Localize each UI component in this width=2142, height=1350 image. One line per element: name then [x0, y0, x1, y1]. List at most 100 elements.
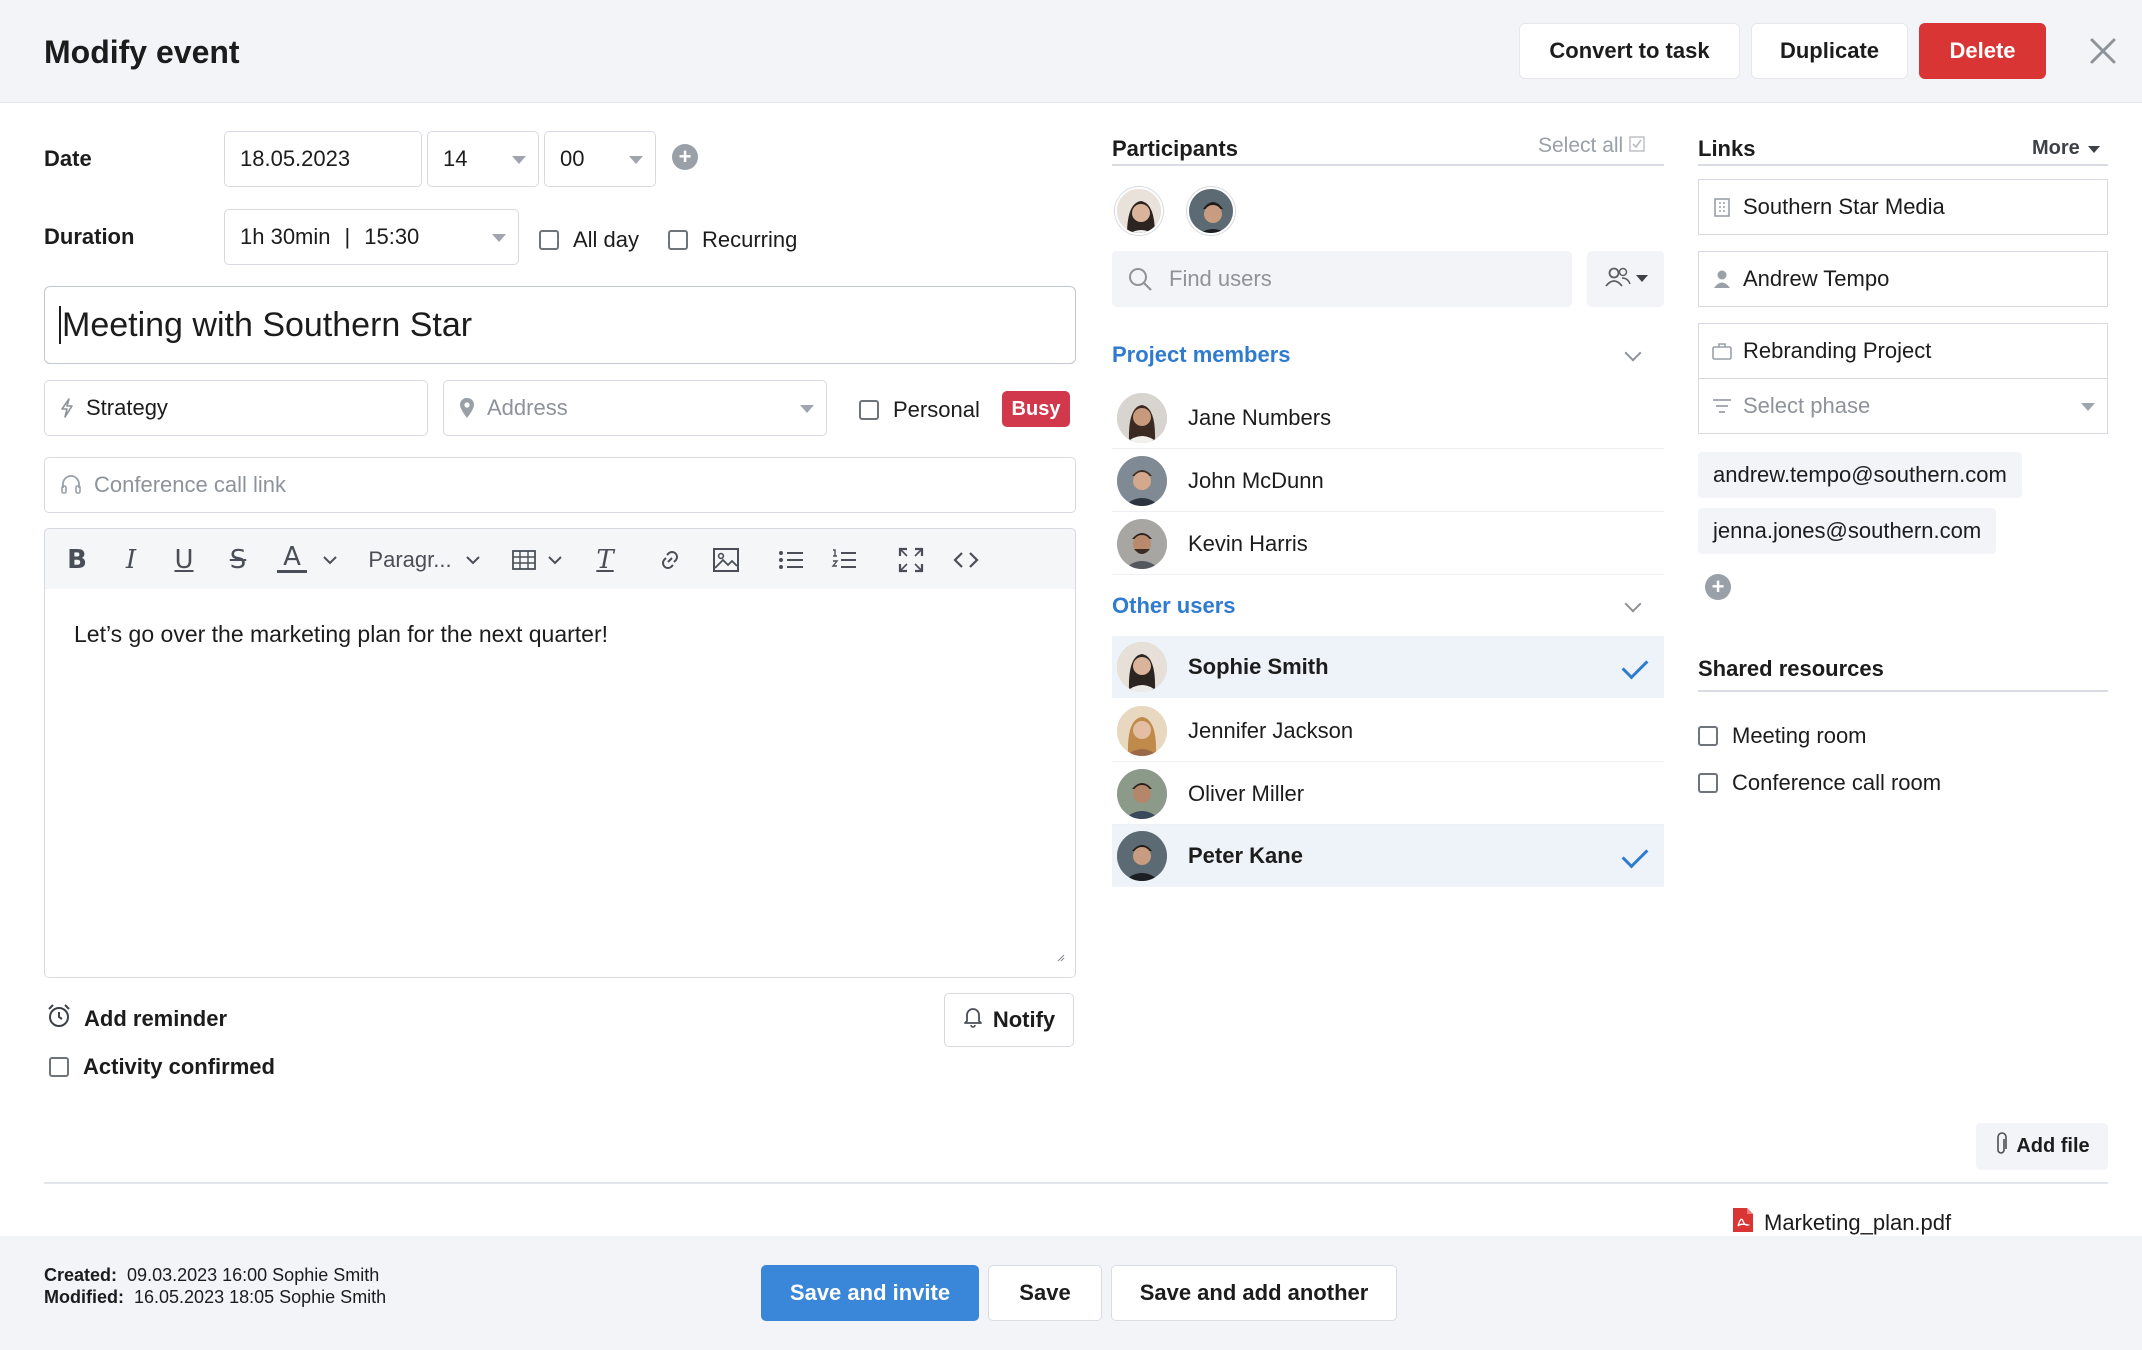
numbered-list-icon[interactable]	[829, 543, 859, 577]
address-select[interactable]: Address	[443, 380, 827, 436]
table-icon[interactable]	[509, 543, 539, 577]
other-users-heading[interactable]: Other users	[1112, 593, 1236, 619]
file-name: Marketing_plan.pdf	[1764, 1210, 1952, 1235]
add-reminder-link[interactable]: Add reminder	[46, 1003, 227, 1035]
phase-select[interactable]: Select phase	[1698, 378, 2108, 434]
user-row-oliver-miller[interactable]: Oliver Miller	[1112, 763, 1664, 825]
resource-label: Conference call room	[1732, 770, 1942, 795]
fullscreen-icon[interactable]	[896, 543, 926, 577]
checkbox[interactable]	[539, 230, 559, 250]
checkbox[interactable]	[49, 1057, 69, 1077]
minute-select[interactable]: 00	[544, 131, 656, 187]
description-text[interactable]: Let’s go over the marketing plan for the…	[74, 621, 608, 648]
personal-checkbox[interactable]: Personal	[859, 397, 980, 423]
end-time-value: 15:30	[364, 224, 420, 249]
convert-to-task-button[interactable]: Convert to task	[1519, 23, 1740, 79]
clear-format-icon[interactable]: T	[590, 543, 620, 577]
users-icon	[1604, 266, 1632, 293]
add-time-plus-icon[interactable]: +	[672, 144, 698, 170]
image-icon[interactable]	[711, 543, 741, 577]
participant-avatar[interactable]	[1187, 187, 1235, 235]
all-day-checkbox[interactable]: All day	[539, 227, 639, 253]
recurring-checkbox[interactable]: Recurring	[668, 227, 797, 253]
checkbox-checked-icon[interactable]	[1629, 134, 1645, 158]
resize-handle-icon[interactable]	[1057, 949, 1065, 967]
description-editor[interactable]: Let’s go over the marketing plan for the…	[44, 589, 1076, 978]
chevron-down-icon[interactable]	[321, 543, 339, 577]
meeting-room-checkbox[interactable]: Meeting room	[1698, 723, 1867, 749]
recurring-label: Recurring	[702, 227, 798, 252]
delete-button[interactable]: Delete	[1919, 23, 2046, 79]
chevron-down-icon[interactable]	[546, 543, 564, 577]
separator: |	[344, 224, 351, 249]
add-file-button[interactable]: Add file	[1976, 1123, 2108, 1170]
checkbox[interactable]	[668, 230, 688, 250]
chevron-down-icon[interactable]	[464, 543, 482, 577]
user-row-kevin-harris[interactable]: Kevin Harris	[1112, 513, 1664, 575]
source-code-icon[interactable]	[951, 543, 981, 577]
modified-value: 16.05.2023 18:05 Sophie Smith	[134, 1287, 387, 1307]
save-and-add-another-button[interactable]: Save and add another	[1111, 1265, 1397, 1321]
user-row-jane-numbers[interactable]: Jane Numbers	[1112, 387, 1664, 449]
conference-link-input[interactable]: Conference call link	[44, 457, 1076, 513]
conference-room-checkbox[interactable]: Conference call room	[1698, 770, 1941, 796]
busy-status-badge[interactable]: Busy	[1002, 391, 1070, 427]
avatar	[1117, 830, 1167, 881]
chevron-down-icon	[512, 156, 526, 164]
hour-select[interactable]: 14	[427, 131, 539, 187]
contact-link[interactable]: Andrew Tempo	[1698, 251, 2108, 307]
activity-confirmed-checkbox[interactable]: Activity confirmed	[49, 1054, 275, 1080]
strikethrough-icon[interactable]: S	[223, 543, 253, 577]
attachment-file[interactable]: Marketing_plan.pdf	[1732, 1207, 1951, 1239]
event-title-input[interactable]: Meeting with Southern Star	[44, 286, 1076, 364]
duration-select[interactable]: 1h 30min | 15:30	[224, 209, 519, 265]
checkbox[interactable]	[859, 400, 879, 420]
lightning-icon	[60, 398, 74, 418]
user-row-jennifer-jackson[interactable]: Jennifer Jackson	[1112, 700, 1664, 762]
participant-avatar[interactable]	[1115, 187, 1163, 235]
checkbox[interactable]	[1698, 726, 1718, 746]
bullet-list-icon[interactable]	[776, 543, 806, 577]
more-menu-button[interactable]: More	[2032, 137, 2100, 160]
category-select[interactable]: Strategy	[44, 380, 428, 436]
project-members-heading[interactable]: Project members	[1112, 342, 1291, 368]
conference-placeholder: Conference call link	[94, 472, 286, 497]
user-name: Kevin Harris	[1188, 530, 1308, 556]
bold-icon[interactable]: B	[62, 543, 92, 577]
user-row-john-mcdunn[interactable]: John McDunn	[1112, 450, 1664, 512]
chevron-down-icon	[2081, 403, 2095, 411]
chevron-down-icon[interactable]	[1624, 344, 1642, 362]
contact-name: Andrew Tempo	[1743, 266, 1890, 291]
save-and-invite-button[interactable]: Save and invite	[761, 1265, 979, 1321]
underline-icon[interactable]: U	[169, 543, 199, 577]
editor-toolbar: B I U S A Paragr... T	[44, 528, 1076, 590]
company-link[interactable]: Southern Star Media	[1698, 179, 2108, 235]
user-groups-button[interactable]	[1587, 251, 1664, 307]
duration-label: Duration	[44, 224, 135, 249]
minute-value: 00	[560, 146, 585, 171]
save-button[interactable]: Save	[988, 1265, 1102, 1321]
phase-icon	[1711, 398, 1733, 414]
email-chip[interactable]: jenna.jones@southern.com	[1698, 508, 1997, 554]
project-link[interactable]: Rebranding Project	[1698, 323, 2108, 379]
notify-button[interactable]: Notify	[944, 993, 1074, 1047]
select-all-toggle[interactable]: Select all	[1538, 134, 1645, 158]
close-icon[interactable]	[2086, 34, 2120, 68]
avatar	[1117, 518, 1167, 569]
text-color-icon[interactable]: A	[277, 542, 307, 573]
paragraph-style-select[interactable]: Paragr...	[365, 543, 455, 577]
add-email-plus-icon[interactable]: +	[1705, 574, 1731, 600]
duplicate-button[interactable]: Duplicate	[1751, 23, 1908, 79]
italic-icon[interactable]: I	[116, 543, 146, 577]
chevron-down-icon[interactable]	[1624, 595, 1642, 613]
find-users-input[interactable]: Find users	[1112, 251, 1572, 307]
date-input[interactable]: 18.05.2023	[224, 131, 422, 187]
checkbox[interactable]	[1698, 773, 1718, 793]
email-chip[interactable]: andrew.tempo@southern.com	[1698, 452, 2022, 498]
user-row-peter-kane[interactable]: Peter Kane	[1112, 825, 1664, 887]
date-value: 18.05.2023	[240, 146, 351, 171]
alarm-clock-icon	[46, 1003, 72, 1035]
user-row-sophie-smith[interactable]: Sophie Smith	[1112, 636, 1664, 698]
activity-confirmed-label: Activity confirmed	[83, 1054, 275, 1079]
link-icon[interactable]	[655, 543, 685, 577]
